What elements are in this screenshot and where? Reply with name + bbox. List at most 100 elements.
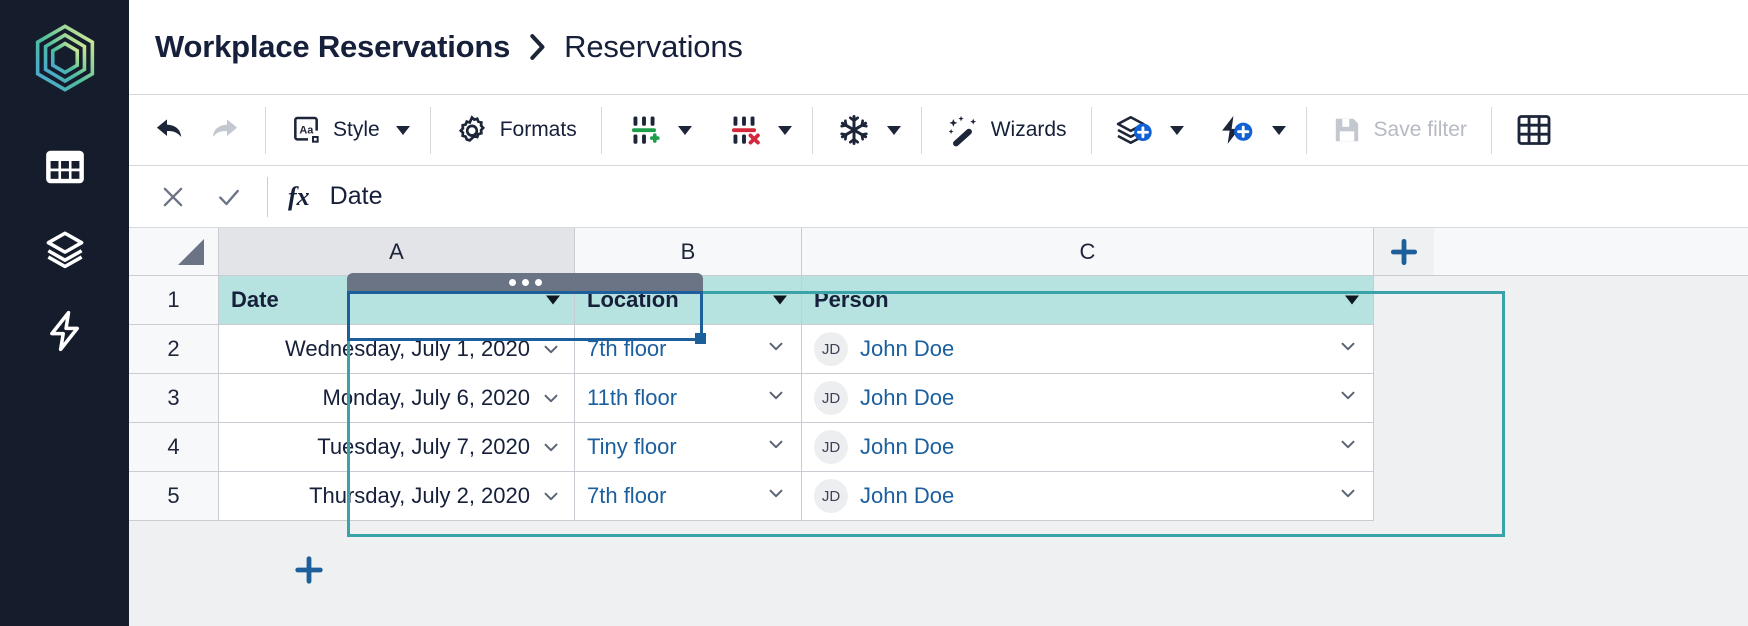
column-header-c[interactable]: C [802,228,1374,275]
person-dropdown-chevron[interactable] [1337,482,1359,510]
add-action-dropdown-caret[interactable] [1266,106,1292,154]
cell-location-value[interactable]: 7th floor [587,483,667,509]
column-header-row: A B C [129,228,1748,276]
header-dropdown-caret[interactable] [773,296,787,305]
delete-rows-icon [726,112,762,148]
formula-input[interactable]: Date [330,182,383,211]
delete-rows-dropdown-caret[interactable] [772,106,798,154]
nested-hexagon-logo[interactable] [29,22,101,94]
style-label: Style [333,118,380,142]
formula-confirm-button[interactable] [201,169,257,225]
wizards-button[interactable]: Wizards [936,106,1077,154]
add-layer-button[interactable] [1106,106,1164,154]
row-number[interactable]: 3 [129,374,219,423]
chevron-down-icon [678,126,692,135]
select-all-corner[interactable] [129,228,219,275]
table-row: 5 Thursday, July 2, 2020 7th floor [129,472,1748,521]
person-dropdown-chevron[interactable] [1337,433,1359,461]
row-number[interactable]: 4 [129,423,219,472]
insert-rows-dropdown-caret[interactable] [672,106,698,154]
header-cell-date-label: Date [231,287,279,313]
rail-nav [42,144,88,354]
header-cell-person[interactable]: Person [802,276,1374,325]
header-cell-person-label: Person [814,287,889,313]
add-layer-dropdown-caret[interactable] [1164,106,1190,154]
cell-date-value: Thursday, July 2, 2020 [309,483,530,509]
insert-rows-button[interactable] [616,106,672,154]
toolbar-group-save: Save filter [1307,95,1491,165]
cell-location[interactable]: 11th floor [575,374,802,423]
column-header-a[interactable]: A [219,228,575,275]
redo-button[interactable] [197,106,251,154]
breadcrumb-root[interactable]: Workplace Reservations [155,29,510,65]
cell-location[interactable]: Tiny floor [575,423,802,472]
style-aa-icon: Aa [290,114,322,146]
person-dropdown-chevron[interactable] [1337,384,1359,412]
cell-person[interactable]: JD John Doe [802,374,1374,423]
row-number[interactable]: 2 [129,325,219,374]
chevron-down-icon [887,126,901,135]
cell-date-value: Wednesday, July 1, 2020 [285,336,530,362]
cell-location[interactable]: 7th floor [575,325,802,374]
cell-location-value[interactable]: 7th floor [587,336,667,362]
add-row-button[interactable] [285,546,333,594]
sidebar-item-grid[interactable] [42,144,88,190]
breadcrumb-chevron-icon [526,33,548,61]
location-dropdown-chevron[interactable] [765,384,787,412]
cell-person[interactable]: JD John Doe [802,325,1374,374]
location-dropdown-chevron[interactable] [765,482,787,510]
grid-view-icon [1516,113,1552,147]
formats-button[interactable]: Formats [445,106,587,154]
page-title: Reservations [564,29,743,65]
header-dropdown-caret[interactable] [1345,296,1359,305]
column-drag-handle[interactable] [347,273,703,291]
cell-person[interactable]: JD John Doe [802,423,1374,472]
cell-location-value[interactable]: Tiny floor [587,434,677,460]
wizards-label: Wizards [991,118,1067,142]
toolbar-group-freeze [813,95,921,165]
freeze-button[interactable] [827,106,881,154]
add-column-button[interactable] [1374,228,1434,275]
fill-handle[interactable] [695,333,706,344]
cell-person[interactable]: JD John Doe [802,472,1374,521]
date-dropdown-chevron[interactable] [540,485,562,507]
date-dropdown-chevron[interactable] [540,436,562,458]
cell-location[interactable]: 7th floor [575,472,802,521]
location-dropdown-chevron[interactable] [765,335,787,363]
insert-rows-icon [626,112,662,148]
style-button[interactable]: Aa Style [280,106,390,154]
redo-arrow-icon [207,115,241,145]
cell-person-value[interactable]: John Doe [860,434,954,460]
avatar: JD [814,430,848,464]
save-filter-button[interactable]: Save filter [1321,106,1477,154]
header-dropdown-caret[interactable] [546,296,560,305]
sidebar-item-actions[interactable] [42,308,88,354]
cell-location-value[interactable]: 11th floor [587,385,677,411]
undo-button[interactable] [143,106,197,154]
grid-view-button[interactable] [1506,106,1562,154]
cell-person-value[interactable]: John Doe [860,385,954,411]
toolbar-group-formats: Formats [431,95,601,165]
caret-down-icon [1345,296,1359,305]
formula-cancel-button[interactable] [145,169,201,225]
cell-date[interactable]: Thursday, July 2, 2020 [219,472,575,521]
row-number[interactable]: 1 [129,276,219,325]
row-number[interactable]: 5 [129,472,219,521]
cell-person-value[interactable]: John Doe [860,483,954,509]
person-dropdown-chevron[interactable] [1337,335,1359,363]
sidebar-item-layers[interactable] [42,226,88,272]
location-dropdown-chevron[interactable] [765,433,787,461]
cell-person-value[interactable]: John Doe [860,336,954,362]
style-dropdown-caret[interactable] [390,106,416,154]
cell-date[interactable]: Tuesday, July 7, 2020 [219,423,575,472]
save-filter-label: Save filter [1374,118,1467,142]
cell-date[interactable]: Monday, July 6, 2020 [219,374,575,423]
date-dropdown-chevron[interactable] [540,387,562,409]
lightning-plus-icon [1218,113,1256,147]
cell-date[interactable]: Wednesday, July 1, 2020 [219,325,575,374]
freeze-dropdown-caret[interactable] [881,106,907,154]
delete-rows-button[interactable] [716,106,772,154]
column-header-b[interactable]: B [575,228,802,275]
date-dropdown-chevron[interactable] [540,338,562,360]
add-action-button[interactable] [1208,106,1266,154]
